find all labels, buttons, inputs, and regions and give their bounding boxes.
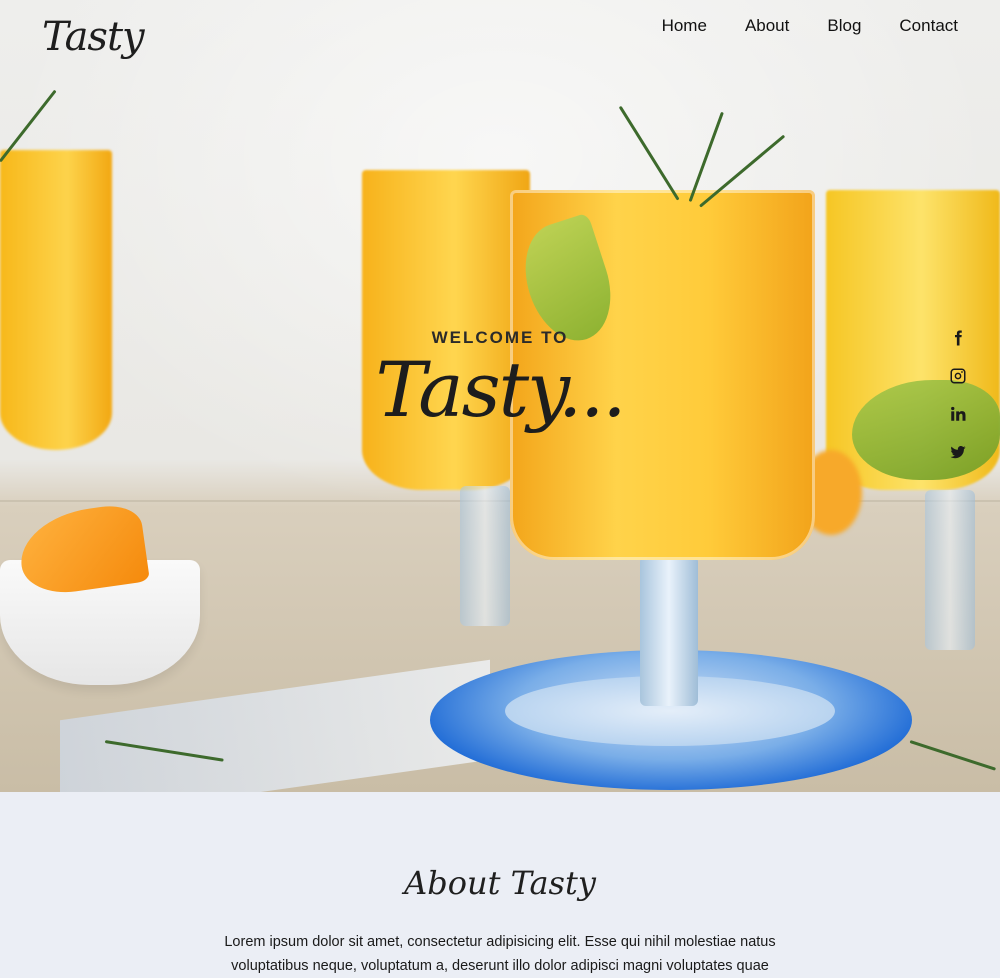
hero-title: Tasty... xyxy=(375,345,627,434)
hero-section: Tasty Home About Blog Contact WELCOME TO… xyxy=(0,0,1000,792)
linkedin-icon[interactable] xyxy=(948,404,968,424)
about-text: Lorem ipsum dolor sit amet, consectetur … xyxy=(224,934,776,974)
nav-home-link[interactable]: Home xyxy=(662,16,707,36)
about-title: About Tasty xyxy=(404,864,596,902)
twitter-icon[interactable] xyxy=(948,442,968,462)
site-logo[interactable]: Tasty xyxy=(42,14,145,60)
social-links xyxy=(946,328,970,462)
nav-contact-link[interactable]: Contact xyxy=(899,16,958,36)
about-section: About Tasty Lorem ipsum dolor sit amet, … xyxy=(0,792,1000,975)
nav-about-link[interactable]: About xyxy=(745,16,789,36)
nav-blog-link[interactable]: Blog xyxy=(827,16,861,36)
instagram-icon[interactable] xyxy=(948,366,968,386)
main-nav: Home About Blog Contact xyxy=(662,16,958,36)
facebook-icon[interactable] xyxy=(948,328,968,348)
